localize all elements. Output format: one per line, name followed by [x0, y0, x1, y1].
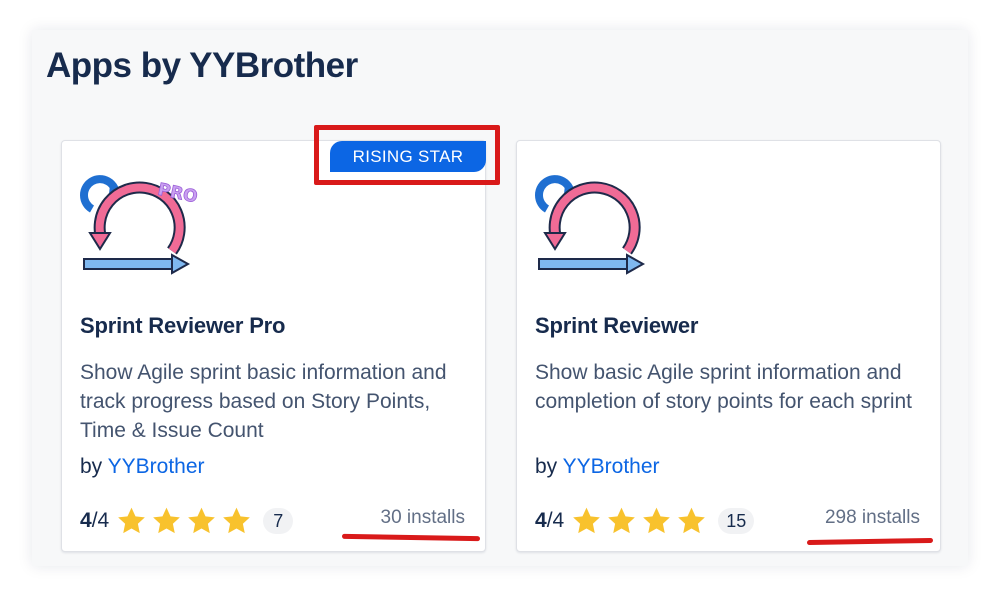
star-icon	[678, 507, 706, 534]
app-card-sprint-reviewer[interactable]: Sprint Reviewer Show basic Agile sprint …	[516, 140, 941, 552]
star-icon	[188, 507, 216, 534]
rating-score: 4/4	[80, 509, 110, 532]
star-rating	[570, 505, 708, 537]
by-label: by	[535, 455, 558, 478]
vendor-line: by YYBrother	[80, 455, 205, 479]
vendor-link[interactable]: YYBrother	[108, 455, 205, 478]
sprint-cycle-arrow-icon: PRO	[80, 175, 200, 275]
star-rating	[115, 505, 253, 537]
star-icon	[118, 507, 146, 534]
vendor-line: by YYBrother	[535, 455, 660, 479]
app-card-sprint-reviewer-pro[interactable]: PRO RISING STAR Sprint Reviewer Pro Show…	[61, 140, 486, 552]
star-icon	[153, 507, 181, 534]
sprint-cycle-arrow-icon	[535, 175, 646, 275]
rating: 4/4 7	[80, 505, 294, 537]
app-description: Show basic Agile sprint information and …	[535, 361, 913, 413]
star-icon	[573, 507, 601, 534]
install-count: 30 installs	[380, 507, 466, 528]
pro-label: PRO	[156, 180, 199, 208]
rating-score: 4/4	[535, 509, 565, 532]
app-title[interactable]: Sprint Reviewer	[535, 313, 698, 339]
star-icon	[223, 507, 251, 534]
star-icon	[608, 507, 636, 534]
rating: 4/4 15	[535, 505, 755, 537]
by-label: by	[80, 455, 103, 478]
highlight-box-annotation	[314, 125, 500, 185]
star-icon	[643, 507, 671, 534]
vendor-link[interactable]: YYBrother	[563, 455, 660, 478]
review-count: 7	[263, 508, 294, 534]
app-description: Show Agile sprint basic information and …	[80, 361, 447, 442]
install-count: 298 installs	[824, 507, 920, 528]
review-count: 15	[718, 508, 755, 534]
app-title[interactable]: Sprint Reviewer Pro	[80, 313, 285, 339]
page-title: Apps by YYBrother	[46, 46, 358, 85]
